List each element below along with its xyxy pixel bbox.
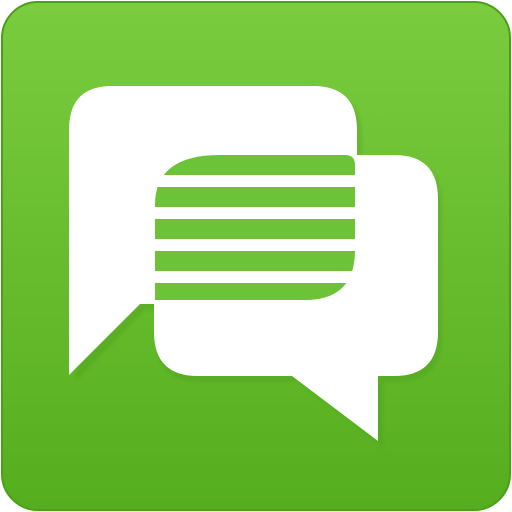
- app-icon[interactable]: [0, 0, 512, 512]
- chat-bubbles-icon: [1, 1, 511, 511]
